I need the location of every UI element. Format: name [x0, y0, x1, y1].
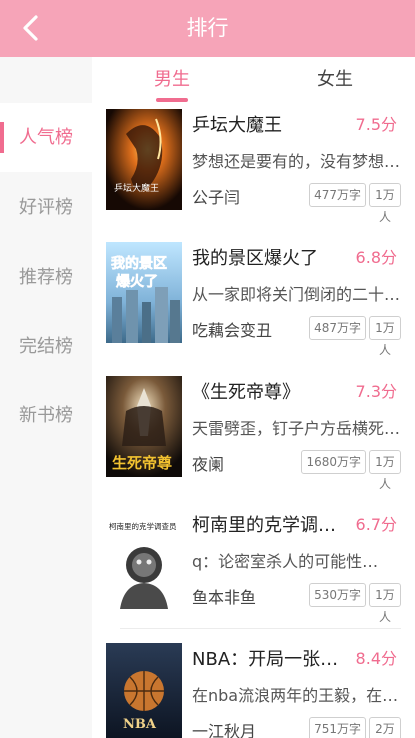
book-cover: 柯南里的克学调查员	[106, 509, 182, 610]
book-description: 天雷劈歪，钉子户方岳横死…	[192, 419, 400, 438]
book-score: 6.8分	[355, 248, 397, 267]
app-header: 排行	[0, 0, 415, 57]
book-title: NBA：开局一张…	[192, 649, 339, 670]
word-count-badge: 530万字	[309, 583, 366, 607]
word-count-badge: 1680万字	[301, 450, 366, 474]
book-score: 8.4分	[355, 649, 397, 668]
sidebar-item-recommend[interactable]: 推荐榜	[0, 243, 92, 312]
list-divider	[120, 628, 401, 629]
reader-count-badge: 1万人	[369, 583, 401, 624]
word-count-badge: 477万字	[309, 183, 366, 207]
book-score: 6.7分	[355, 515, 397, 534]
tab-female[interactable]: 女生	[255, 57, 415, 103]
reader-count-badge: 1万人	[369, 316, 401, 357]
sidebar-item-rating[interactable]: 好评榜	[0, 173, 92, 242]
sidebar-item-popular[interactable]: 人气榜	[0, 103, 92, 172]
book-score: 7.5分	[355, 115, 397, 134]
cover-title-text: 乒坛大魔王	[114, 182, 159, 194]
reader-count-badge: 1万人	[369, 183, 401, 224]
book-cover: 乒坛大魔王	[106, 109, 182, 210]
book-title: 《生死帝尊》	[192, 382, 300, 403]
book-author: 公子闫	[192, 188, 241, 207]
list-item[interactable]: 乒坛大魔王 乒坛大魔王 7.5分 梦想还是要有的，没有梦想… 公子闫 477万字…	[92, 107, 415, 240]
sidebar-item-completed[interactable]: 完结榜	[0, 312, 92, 381]
tab-active-indicator	[156, 98, 188, 102]
book-cover: NBA	[106, 643, 182, 738]
reader-count-badge: 1万人	[369, 450, 401, 491]
tab-male[interactable]: 男生	[92, 57, 252, 103]
gender-tabs: 男生 女生	[92, 57, 415, 105]
book-author: 一江秋月	[192, 722, 257, 738]
book-description: 梦想还是要有的，没有梦想…	[192, 152, 400, 171]
book-list: 乒坛大魔王 乒坛大魔王 7.5分 梦想还是要有的，没有梦想… 公子闫 477万字…	[92, 105, 415, 738]
svg-text:我的景区: 我的景区	[111, 255, 167, 272]
book-author: 吃藕会变丑	[192, 321, 273, 340]
reader-count-badge: 2万人	[369, 717, 401, 738]
book-author: 鱼本非鱼	[192, 588, 257, 607]
list-item[interactable]: 柯南里的克学调查员 柯南里的克学调… 6.7分 q：论密室杀人的可能性… 鱼本非…	[92, 507, 415, 640]
book-title: 乒坛大魔王	[192, 115, 282, 136]
word-count-badge: 751万字	[309, 717, 366, 738]
list-item[interactable]: NBA NBA：开局一张… 8.4分 在nba流浪两年的王毅，在… 一江秋月 7…	[92, 641, 415, 738]
list-item[interactable]: 我的景区 爆火了 我的景区爆火了 6.8分 从一家即将关门倒闭的二十… 吃藕会变…	[92, 240, 415, 373]
page-title: 排行	[186, 16, 229, 40]
cover-title-text: 柯南里的克学调查员	[109, 521, 177, 531]
book-description: 从一家即将关门倒闭的二十…	[192, 285, 400, 304]
word-count-badge: 487万字	[309, 316, 366, 340]
book-title: 我的景区爆火了	[192, 248, 318, 269]
book-author: 夜阑	[192, 455, 225, 474]
sidebar-item-new[interactable]: 新书榜	[0, 381, 92, 450]
book-cover: 我的景区 爆火了	[106, 242, 182, 343]
ranking-sidebar: 人气榜 好评榜 推荐榜 完结榜 新书榜	[0, 57, 92, 738]
book-description: 在nba流浪两年的王毅，在…	[192, 686, 399, 705]
book-cover: 生死帝尊	[106, 376, 182, 477]
list-item[interactable]: 生死帝尊 《生死帝尊》 7.3分 天雷劈歪，钉子户方岳横死… 夜阑 1680万字…	[92, 374, 415, 507]
cover-title-text: 生死帝尊	[112, 454, 172, 472]
svg-text:爆火了: 爆火了	[116, 273, 158, 290]
book-description: q：论密室杀人的可能性…	[192, 552, 379, 571]
book-title: 柯南里的克学调…	[192, 515, 336, 536]
cover-title-text: NBA	[123, 717, 157, 732]
book-score: 7.3分	[355, 382, 397, 401]
